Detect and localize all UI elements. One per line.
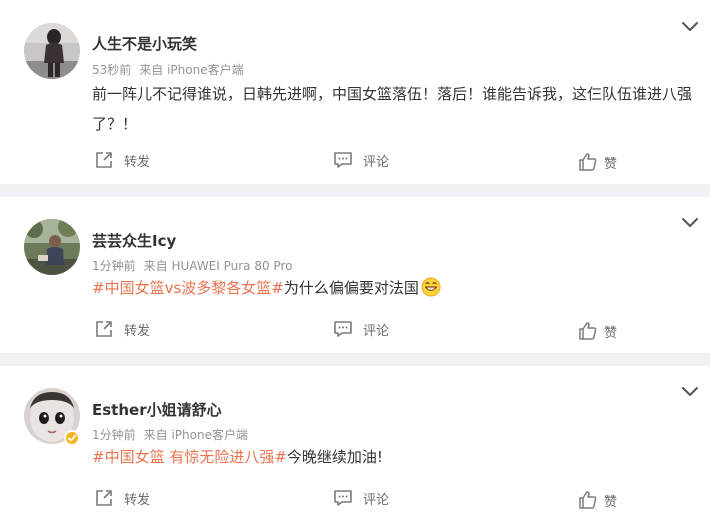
comment-time: 53秒前 bbox=[92, 63, 132, 77]
repost-button[interactable]: 转发 bbox=[94, 488, 150, 508]
thumbs-up-icon bbox=[578, 152, 598, 172]
share-icon bbox=[94, 150, 114, 170]
thumbs-up-icon bbox=[578, 490, 598, 510]
comment-body: 今晚继续加油! bbox=[286, 448, 383, 466]
repost-button[interactable]: 转发 bbox=[94, 150, 150, 170]
comment-source: 来自 iPhone客户端 bbox=[139, 63, 244, 77]
like-label: 赞 bbox=[604, 156, 618, 172]
comment-text: 前一阵儿不记得谁说，日韩先进啊，中国女篮落伍！落后！谁能告诉我，这仨队伍谁进八强… bbox=[92, 85, 693, 133]
like-label: 赞 bbox=[604, 494, 618, 510]
comment-icon bbox=[333, 150, 353, 170]
like-button[interactable]: 赞 bbox=[578, 152, 617, 172]
avatar[interactable] bbox=[24, 219, 80, 275]
repost-button[interactable]: 转发 bbox=[94, 319, 150, 339]
like-button[interactable]: 赞 bbox=[578, 490, 617, 510]
more-menu-chevron[interactable] bbox=[680, 20, 700, 34]
thumbs-up-icon bbox=[578, 321, 598, 341]
repost-label: 转发 bbox=[124, 492, 151, 508]
username[interactable]: Esther小姐请舒心 bbox=[92, 399, 222, 420]
comment-card: 芸芸众生Icy 1分钟前 来自 HUAWEI Pura 80 Pro #中国女篮v… bbox=[0, 197, 710, 353]
hashtag-link[interactable]: #中国女篮vs波多黎各女篮# bbox=[92, 279, 284, 297]
comment-icon bbox=[333, 319, 353, 339]
username[interactable]: 人生不是小玩笑 bbox=[92, 33, 197, 54]
comment-card: 人生不是小玩笑 53秒前 来自 iPhone客户端 前一阵儿不记得谁说，日韩先进啊… bbox=[0, 0, 710, 184]
repost-label: 转发 bbox=[124, 154, 151, 170]
like-label: 赞 bbox=[604, 325, 618, 341]
comment-button[interactable]: 评论 bbox=[333, 150, 389, 170]
username[interactable]: 芸芸众生Icy bbox=[92, 230, 176, 251]
share-icon bbox=[94, 488, 114, 508]
comment-body: 为什么偏偏要对法国 bbox=[283, 279, 419, 297]
hashtag-link[interactable]: #中国女篮 有惊无险进八强# bbox=[92, 448, 287, 466]
comment-meta: 1分钟前 来自 HUAWEI Pura 80 Pro bbox=[92, 257, 292, 274]
comment-button[interactable]: 评论 bbox=[333, 319, 389, 339]
comment-button[interactable]: 评论 bbox=[333, 488, 389, 508]
comment-source: 来自 HUAWEI Pura 80 Pro bbox=[143, 259, 293, 273]
more-menu-chevron[interactable] bbox=[680, 385, 700, 399]
comment-meta: 53秒前 来自 iPhone客户端 bbox=[92, 61, 244, 78]
comment-meta: 1分钟前 来自 iPhone客户端 bbox=[92, 426, 248, 443]
comment-text: #中国女篮 有惊无险进八强#今晚继续加油! bbox=[92, 442, 697, 472]
comment-time: 1分钟前 bbox=[92, 428, 136, 442]
more-menu-chevron[interactable] bbox=[680, 216, 700, 230]
comment-label: 评论 bbox=[363, 154, 390, 170]
repost-label: 转发 bbox=[124, 323, 151, 339]
comment-text: #中国女篮vs波多黎各女篮#为什么偏偏要对法国 bbox=[92, 273, 697, 307]
share-icon bbox=[94, 319, 114, 339]
verified-icon bbox=[64, 430, 80, 446]
like-button[interactable]: 赞 bbox=[578, 321, 617, 341]
avatar[interactable] bbox=[24, 23, 80, 79]
comment-label: 评论 bbox=[363, 492, 390, 508]
comment-card: Esther小姐请舒心 1分钟前 来自 iPhone客户端 #中国女篮 有惊无险进… bbox=[0, 366, 710, 517]
comment-time: 1分钟前 bbox=[92, 259, 136, 273]
comment-icon bbox=[333, 488, 353, 508]
comment-label: 评论 bbox=[363, 323, 390, 339]
grinning-face-emoji bbox=[421, 277, 441, 307]
comment-source: 来自 iPhone客户端 bbox=[143, 428, 248, 442]
